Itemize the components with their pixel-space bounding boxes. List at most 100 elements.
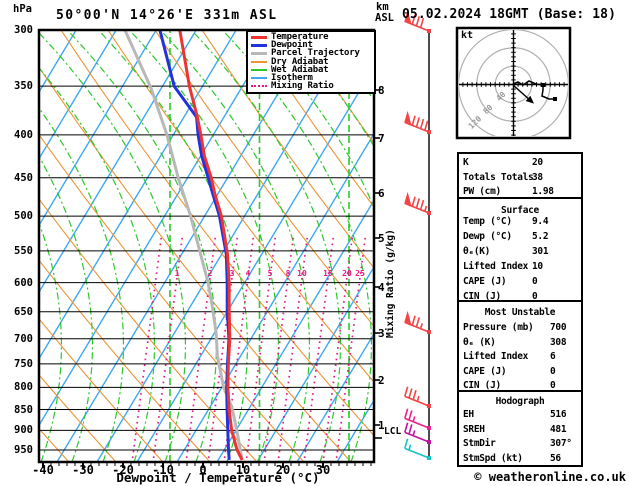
table-row-label: Lifted Index (463, 260, 529, 272)
mixing-ratio-value-label: 15 (323, 269, 333, 278)
km-tick-label: 8 (378, 84, 385, 97)
wet-adiabat-line (160, 31, 310, 461)
wind-barb-full (408, 424, 413, 435)
dry-adiabat-line (155, 31, 373, 326)
table-section-hodograph-stats: Hodograph EH 516 SREH 481 StmDir 307° StmSpd (k… (457, 390, 583, 467)
wind-barb-base-dot (427, 29, 431, 33)
wind-barb-full (419, 118, 425, 129)
table-row-label: θₑ (K) (463, 336, 496, 348)
table-row-value: 9.4 (532, 216, 549, 227)
wind-barb (404, 310, 431, 334)
wind-barb-base-dot (427, 211, 431, 215)
wind-barb (404, 191, 431, 215)
table-row-value: 307° (550, 438, 572, 450)
temp-tick-label: -30 (72, 463, 94, 477)
wind-barb-full (411, 196, 416, 207)
table-row-value: 700 (550, 322, 567, 333)
pressure-tick-label: 400 (14, 128, 33, 141)
wind-barb-base-dot (427, 404, 431, 408)
wind-barb-base-dot (427, 456, 431, 460)
wind-barb-half (424, 205, 428, 212)
km-tick-label: 5 (378, 232, 385, 245)
table-row-label: CAPE (J) (463, 365, 507, 377)
wind-barb-full (408, 388, 413, 399)
wind-barb (404, 408, 431, 430)
mixing-ratio-value-label: 25 (355, 269, 365, 278)
pressure-tick-label: 650 (14, 305, 33, 318)
wind-barb-full (415, 198, 421, 209)
hodograph-unit-label: kt (461, 30, 474, 41)
pressure-tick-label: 900 (14, 424, 33, 437)
table-section-header: Hodograph (495, 396, 545, 407)
wind-barb-full (404, 386, 409, 397)
km-tick-label: 2 (378, 374, 385, 387)
wind-barb-flag (404, 191, 412, 207)
pressure-tick-label: 350 (14, 80, 33, 93)
wind-barb-base-dot (427, 330, 431, 334)
wind-barb-full (404, 438, 409, 449)
pressure-tick-label: 300 (14, 24, 33, 36)
table-row-label: Pressure (mb) (463, 322, 534, 333)
wind-barb-half (419, 323, 423, 329)
temp-tick-label: -40 (32, 463, 54, 477)
wind-barb (404, 110, 431, 134)
wind-barb-full (411, 115, 416, 126)
table-row-value: 56 (550, 452, 561, 464)
table-row-label: Dewp (°C) (463, 230, 512, 242)
mixing-ratio-value-label: 2 (207, 269, 213, 278)
wind-barb-full (415, 317, 421, 328)
hodograph-trace-marker (553, 97, 557, 101)
temp-tick-label: 20 (275, 463, 291, 477)
pressure-tick-label: 800 (14, 381, 33, 394)
wind-barb-half (412, 430, 416, 436)
isotherm-line (40, 31, 277, 426)
table-row-label: Lifted Index (463, 351, 529, 362)
dry-adiabat-line (40, 67, 351, 461)
table-row-value: 481 (550, 423, 567, 435)
temp-tick-label: 10 (235, 463, 251, 477)
wind-barb-full (424, 120, 429, 131)
table-row-label: StmSpd (kt) (463, 452, 523, 464)
mixing-ratio-value-label: 4 (245, 269, 251, 278)
table-row-value: 6 (550, 351, 556, 362)
table-section-indices: K 20 Totals Totals 38 PW (cm) 1.98 (457, 152, 583, 201)
mixing-ratio-value-label: 1 (174, 269, 180, 278)
wind-barb-half (412, 416, 416, 422)
mixing-ratio-line (131, 234, 163, 459)
pressure-tick-label: 550 (14, 244, 33, 257)
km-tick-label: 7 (378, 132, 385, 145)
table-row-value: 516 (550, 409, 567, 420)
table-row-label: θₑ(K) (463, 245, 491, 257)
wind-barb-full (415, 117, 421, 128)
legend-row: Mixing Ratio (248, 81, 374, 92)
table-row-value: 301 (532, 245, 549, 257)
table-row-value: 1.98 (532, 186, 554, 197)
legend-box: Temperature Dewpoint Parcel Trajectory Dry … (246, 30, 376, 94)
table-row-value: 0 (550, 365, 556, 377)
wind-barb-base-dot (427, 440, 431, 444)
wind-barb-half (408, 444, 412, 451)
table-row-value: 0 (532, 275, 538, 287)
legend-label: Mixing Ratio (271, 81, 334, 92)
temp-tick-label: -10 (152, 463, 174, 477)
wind-barb-full (404, 422, 409, 433)
pressure-tick-label: 750 (14, 357, 33, 370)
skewt-sounding-page: hPa 50°00'N 14°26'E 331m ASL km ASL 05.0… (0, 0, 629, 486)
table-section-header: Most Unstable (484, 307, 556, 318)
table-row-value: 308 (550, 336, 567, 348)
pressure-tick-label: 600 (14, 276, 33, 289)
parcel-legend-swatch (251, 51, 267, 55)
plot-border (37, 28, 376, 464)
mixing-ratio-legend-swatch (251, 85, 267, 88)
table-row-label: Totals Totals (463, 171, 534, 183)
wind-barb-flag (404, 110, 412, 126)
wind-barb (404, 386, 431, 408)
table-row-label: EH (463, 409, 474, 420)
wind-barb-full (411, 315, 416, 326)
table-section-most-unstable: Most Unstable Pressure (mb) 700 θₑ (K) 308 Li… (457, 300, 583, 394)
table-row-label: StmDir (463, 438, 496, 450)
table-row-value: 10 (532, 260, 543, 272)
wind-barb-base-dot (427, 130, 431, 134)
pressure-tick-label: 950 (14, 444, 33, 457)
pressure-tick-label: 700 (14, 332, 33, 345)
